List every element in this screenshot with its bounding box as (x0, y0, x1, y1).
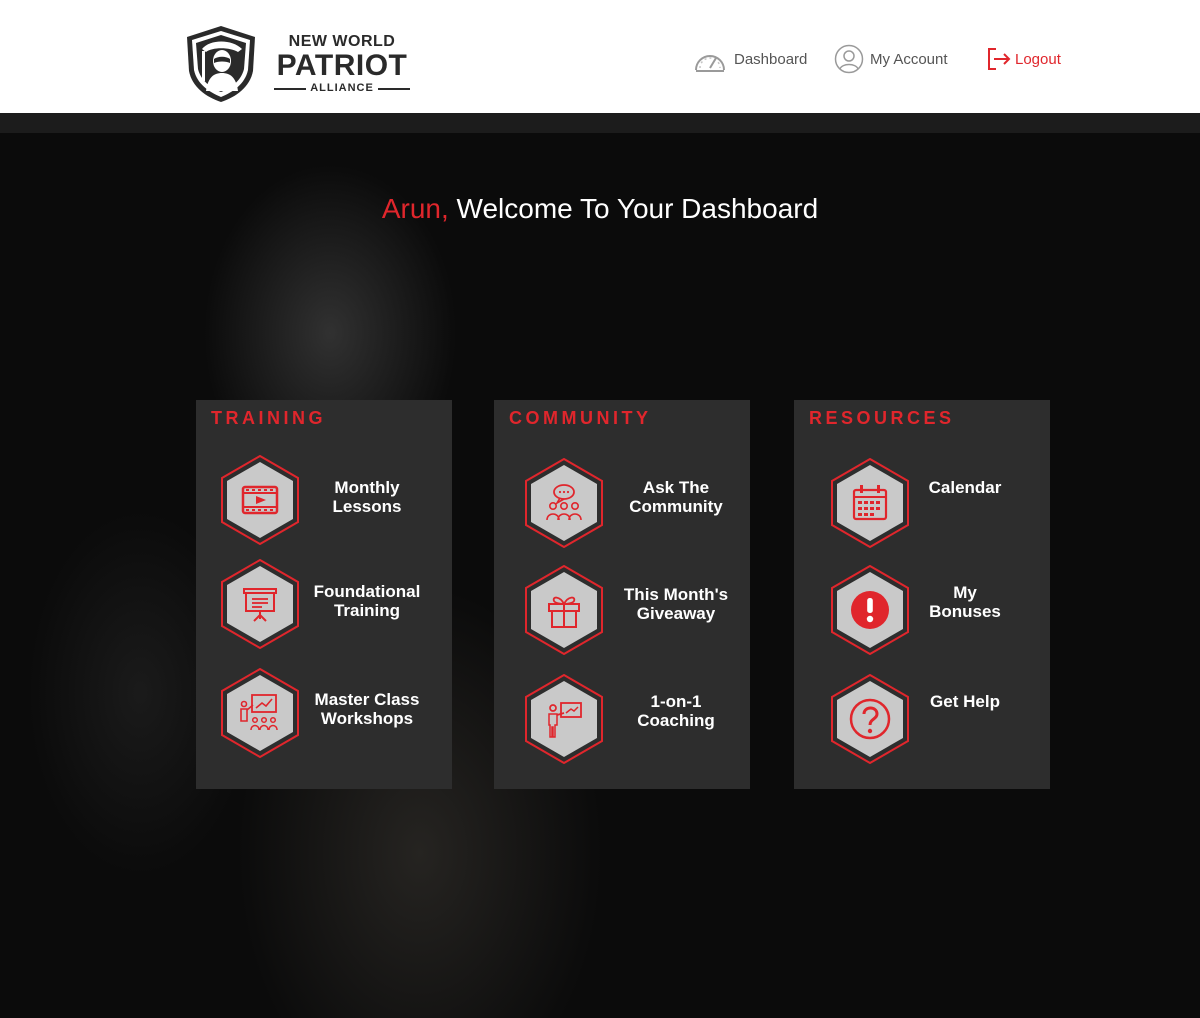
tile-foundational-training[interactable]: Foundational Training (196, 559, 452, 651)
tile-master-class-workshops[interactable]: Master Class Workshops (196, 668, 452, 760)
panel-resources: RESOURCES Calendar My Bonuses Get Help (794, 400, 1050, 789)
tile-calendar[interactable]: Calendar (794, 458, 1050, 550)
welcome-message: Welcome To Your Dashboard (448, 193, 819, 224)
tile-label-line: 1-on-1 (650, 692, 702, 711)
panel-training: TRAINING Monthly Lessons Foundational Train… (196, 400, 452, 789)
tile-label-line: Master Class (314, 690, 420, 709)
tile-label-line: Coaching (637, 711, 715, 730)
logout-icon (988, 48, 1011, 70)
tile-label: Master Class Workshops (292, 690, 442, 728)
nav-logout-label: Logout (1015, 50, 1061, 68)
panel-title: RESOURCES (809, 408, 955, 428)
tile-ask-the-community[interactable]: Ask The Community (494, 458, 750, 550)
panel-title: TRAINING (211, 408, 326, 428)
coaching-icon (525, 674, 603, 764)
tile-1-on-1-coaching[interactable]: 1-on-1 Coaching (494, 674, 750, 766)
tile-label-line: Training (333, 601, 401, 620)
tile-label-line: Giveaway (636, 604, 716, 623)
tile-label: This Month's Giveaway (601, 585, 751, 623)
nav-logout[interactable]: Logout (985, 42, 1061, 76)
gift-icon (525, 565, 603, 655)
video-icon (221, 455, 299, 545)
tile-label-line: Community (629, 497, 723, 516)
nav-dashboard-label: Dashboard (734, 50, 808, 68)
nav-dashboard[interactable]: Dashboard (692, 42, 807, 76)
user-circle-icon (834, 44, 864, 74)
brand-wordmark: NEW WORLD PATRIOT ALLIANCE (272, 33, 412, 95)
speedometer-icon (695, 55, 725, 72)
tile-label: 1-on-1 Coaching (601, 692, 751, 730)
tile-label: Get Help (890, 692, 1040, 711)
tile-label: Monthly Lessons (292, 478, 442, 516)
tile-label: Foundational Training (292, 582, 442, 620)
community-chat-icon (525, 458, 603, 548)
tile-monthly-lessons[interactable]: Monthly Lessons (196, 455, 452, 547)
tile-label: Calendar (890, 478, 1040, 497)
brand-logo[interactable]: NEW WORLD PATRIOT ALLIANCE (184, 25, 414, 105)
panel-title: COMMUNITY (509, 408, 652, 428)
tile-label-line: Ask The (642, 478, 710, 497)
calendar-icon (831, 458, 909, 548)
tile-label-line: Calendar (928, 478, 1002, 497)
brand-line3: ALLIANCE (272, 81, 412, 95)
tile-my-bonuses[interactable]: My Bonuses (794, 565, 1050, 657)
presentation-board-icon (221, 559, 299, 649)
nav-my-account-label: My Account (870, 50, 948, 68)
site-header: NEW WORLD PATRIOT ALLIANCE Dashboard My … (0, 0, 1200, 113)
patriot-badge-icon (187, 26, 255, 102)
brand-line2: PATRIOT (276, 49, 408, 82)
question-icon (831, 674, 909, 764)
tile-label-line: Get Help (930, 692, 1000, 711)
tile-label-line: Monthly (334, 478, 400, 497)
tile-label-line: Lessons (332, 497, 402, 516)
panel-community: COMMUNITY Ask The Community This Month's Gi… (494, 400, 750, 789)
tile-label-line: This Month's (623, 585, 729, 604)
tile-label-line: Foundational (313, 582, 421, 601)
tile-label: My Bonuses (890, 583, 1040, 621)
tile-get-help[interactable]: Get Help (794, 674, 1050, 766)
tile-label-line: Bonuses (929, 602, 1001, 621)
welcome-heading: Arun, Welcome To Your Dashboard (0, 193, 1200, 225)
tile-label: Ask The Community (601, 478, 751, 516)
tile-this-month-s-giveaway[interactable]: This Month's Giveaway (494, 565, 750, 657)
header-shadow-strip (0, 113, 1200, 133)
nav-my-account[interactable]: My Account (834, 42, 948, 76)
welcome-user-name: Arun, (381, 193, 449, 224)
tile-label-line: Workshops (320, 709, 414, 728)
workshop-presenter-icon (221, 668, 299, 758)
tile-label-line: My (953, 583, 977, 602)
